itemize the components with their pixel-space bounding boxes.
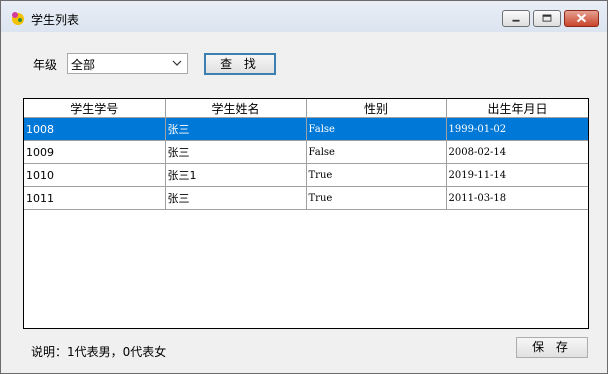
- maximize-button[interactable]: [533, 10, 561, 27]
- grade-label: 年级: [33, 58, 58, 72]
- cell-student-id[interactable]: 1011: [24, 186, 166, 210]
- main-window: 学生列表 年级 全部 查 找 学生学号 学生姓名 性别 出生年月日 1008 张…: [0, 0, 608, 374]
- cell-student-id[interactable]: 1010: [24, 163, 166, 187]
- cell-gender[interactable]: True: [306, 163, 447, 187]
- title-bar[interactable]: 学生列表: [1, 1, 607, 32]
- minimize-icon: [512, 19, 520, 22]
- close-button[interactable]: [564, 10, 599, 27]
- cell-gender[interactable]: True: [306, 186, 447, 210]
- grade-select-value: 全部: [71, 58, 96, 72]
- cell-birth-date[interactable]: 2008-02-14: [446, 140, 588, 164]
- column-header-student-name[interactable]: 学生姓名: [165, 99, 307, 118]
- chevron-down-icon: [172, 60, 182, 66]
- cell-birth-date[interactable]: 2019-11-14: [446, 163, 588, 187]
- cell-gender[interactable]: False: [306, 117, 447, 141]
- close-icon: [576, 13, 587, 23]
- table-row[interactable]: 1009 张三 False 2008-02-14: [24, 140, 588, 164]
- column-header-birth-date[interactable]: 出生年月日: [446, 99, 588, 118]
- column-header-gender[interactable]: 性别: [306, 99, 447, 118]
- column-header-student-id[interactable]: 学生学号: [24, 99, 166, 118]
- minimize-button[interactable]: [502, 10, 530, 27]
- cell-birth-date[interactable]: 1999-01-02: [446, 117, 588, 141]
- legend-note: 说明：1代表男，0代表女: [31, 345, 167, 359]
- table-row[interactable]: 1011 张三 True 2011-03-18: [24, 186, 588, 210]
- table-row[interactable]: 1008 张三 False 1999-01-02: [24, 117, 588, 141]
- grade-select[interactable]: 全部: [67, 53, 188, 74]
- cell-student-id[interactable]: 1009: [24, 140, 166, 164]
- cell-birth-date[interactable]: 2011-03-18: [446, 186, 588, 210]
- search-button[interactable]: 查 找: [204, 53, 276, 75]
- cell-gender[interactable]: False: [306, 140, 447, 164]
- window-title: 学生列表: [31, 13, 80, 27]
- table-row[interactable]: 1010 张三1 True 2019-11-14: [24, 163, 588, 187]
- app-icon: [12, 12, 24, 25]
- maximize-icon: [542, 14, 552, 22]
- save-button[interactable]: 保 存: [516, 337, 588, 358]
- table-header-row: 学生学号 学生姓名 性别 出生年月日: [24, 99, 588, 118]
- student-grid[interactable]: 学生学号 学生姓名 性别 出生年月日 1008 张三 False 1999-01…: [23, 98, 589, 329]
- cell-student-name[interactable]: 张三: [165, 186, 307, 210]
- cell-student-name[interactable]: 张三1: [165, 163, 307, 187]
- cell-student-name[interactable]: 张三: [165, 140, 307, 164]
- cell-student-id[interactable]: 1008: [24, 117, 166, 141]
- student-table: 学生学号 学生姓名 性别 出生年月日 1008 张三 False 1999-01…: [24, 99, 588, 210]
- cell-student-name[interactable]: 张三: [165, 117, 307, 141]
